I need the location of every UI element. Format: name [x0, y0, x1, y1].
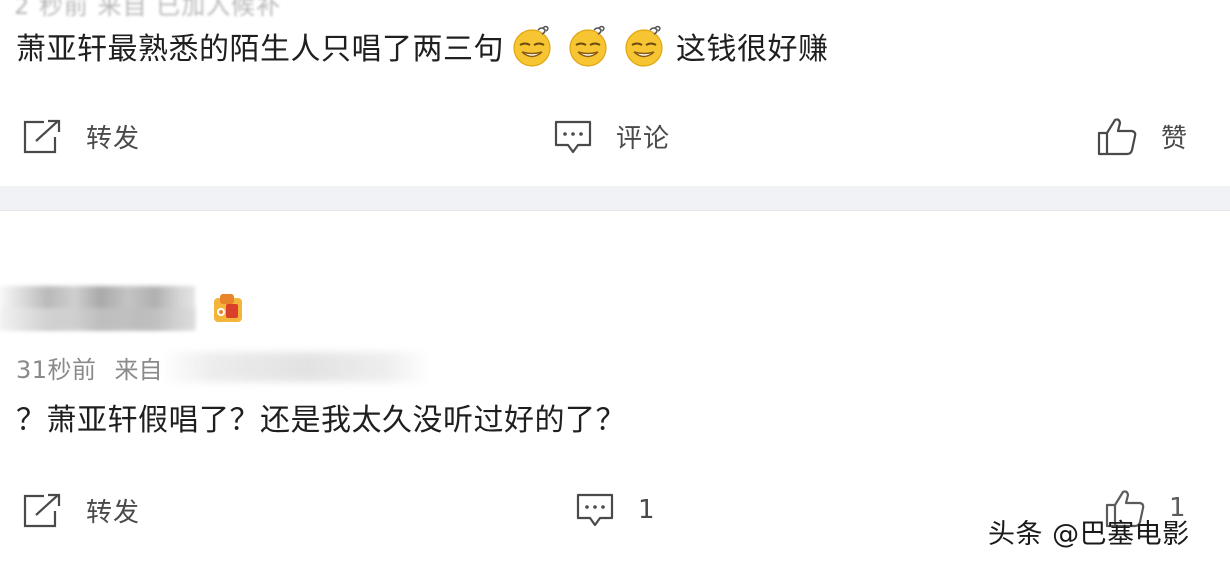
- post1-text-suffix: 这钱很好赚: [676, 32, 829, 67]
- thumbs-up-icon: [1097, 118, 1137, 156]
- post-divider: [0, 186, 1230, 210]
- comment-button[interactable]: 1: [576, 492, 656, 528]
- sweat-smile-emoji: [510, 24, 554, 68]
- watermark: 头条 @巴塞电影: [988, 519, 1190, 550]
- username-blur-shadow: [0, 308, 195, 330]
- post2-text: ？萧亚轩假唱了？还是我太久没听过好的了？: [16, 403, 626, 438]
- post2-meta: 31秒前 来自: [16, 350, 163, 385]
- sweat-smile-emoji: [622, 24, 666, 68]
- cutoff-meta-line: 2 秒前 来自 已加入候补: [14, 0, 282, 20]
- source-blurred: [160, 352, 430, 382]
- post2-source-prefix: 来自: [114, 356, 163, 384]
- comment-icon: [576, 493, 614, 527]
- repost-label: 转发: [86, 498, 141, 528]
- repost-icon: [23, 119, 61, 153]
- post2-timestamp: 31秒前: [16, 356, 97, 384]
- user-badge-icon: [214, 294, 242, 322]
- repost-button[interactable]: 转发: [22, 118, 140, 155]
- comment-count: 1: [638, 495, 656, 525]
- like-button[interactable]: 赞: [1097, 116, 1188, 156]
- comment-label: 评论: [616, 124, 671, 154]
- repost-label: 转发: [86, 124, 141, 154]
- repost-button[interactable]: 转发: [22, 492, 140, 529]
- like-label: 赞: [1161, 123, 1189, 154]
- post1-text-row: 萧亚轩最熟悉的陌生人只唱了两三句 这钱很好赚: [16, 24, 829, 68]
- post1-text: 萧亚轩最熟悉的陌生人只唱了两三句: [16, 32, 504, 67]
- repost-icon: [23, 493, 61, 527]
- comment-button[interactable]: 评论: [554, 118, 670, 155]
- comment-icon: [554, 120, 592, 153]
- sweat-smile-emoji: [566, 24, 610, 68]
- divider-line: [0, 210, 1230, 211]
